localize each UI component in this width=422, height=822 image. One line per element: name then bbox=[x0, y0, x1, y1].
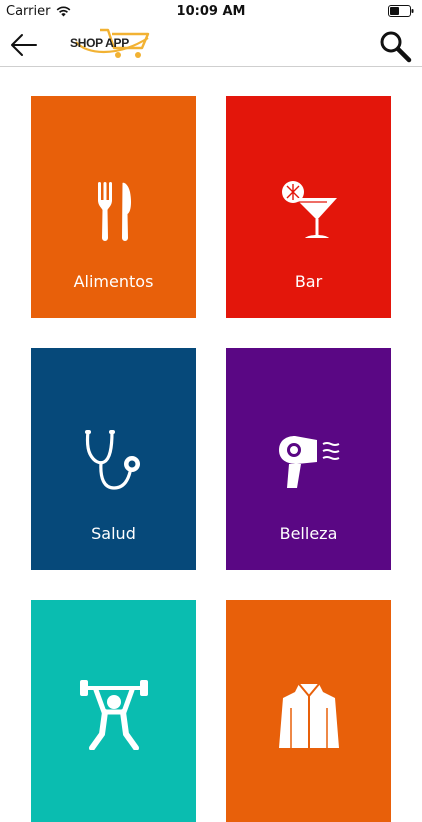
weightlifter-icon bbox=[79, 680, 148, 750]
category-tile-alimentos[interactable]: Alimentos bbox=[31, 96, 196, 318]
stethoscope-icon bbox=[84, 430, 140, 490]
category-label: Alimentos bbox=[73, 272, 154, 291]
category-tile-ropa[interactable] bbox=[226, 600, 391, 822]
category-tile-fitness[interactable] bbox=[31, 600, 196, 822]
fork-knife-icon bbox=[97, 182, 131, 241]
category-label: Salud bbox=[91, 524, 136, 543]
category-tile-bar[interactable]: Bar bbox=[226, 96, 391, 318]
search-icon[interactable] bbox=[378, 29, 412, 63]
battery-icon bbox=[388, 5, 414, 17]
shop-app-logo: SHOP APP bbox=[66, 24, 156, 64]
back-arrow-icon[interactable] bbox=[8, 31, 40, 59]
logo-text: SHOP APP bbox=[70, 36, 129, 50]
category-label: Bar bbox=[294, 272, 323, 291]
category-tile-belleza[interactable]: Belleza bbox=[226, 348, 391, 570]
hair-dryer-icon bbox=[278, 436, 339, 488]
category-grid: Alimentos Bar Salud Belleza bbox=[0, 66, 422, 822]
category-label: Belleza bbox=[279, 524, 338, 543]
nav-bar: SHOP APP bbox=[0, 24, 422, 67]
cocktail-icon bbox=[281, 181, 337, 238]
jacket-icon bbox=[278, 683, 339, 748]
clock: 10:09 AM bbox=[176, 4, 246, 19]
status-bar: Carrier 10:09 AM bbox=[0, 0, 422, 24]
category-tile-salud[interactable]: Salud bbox=[31, 348, 196, 570]
